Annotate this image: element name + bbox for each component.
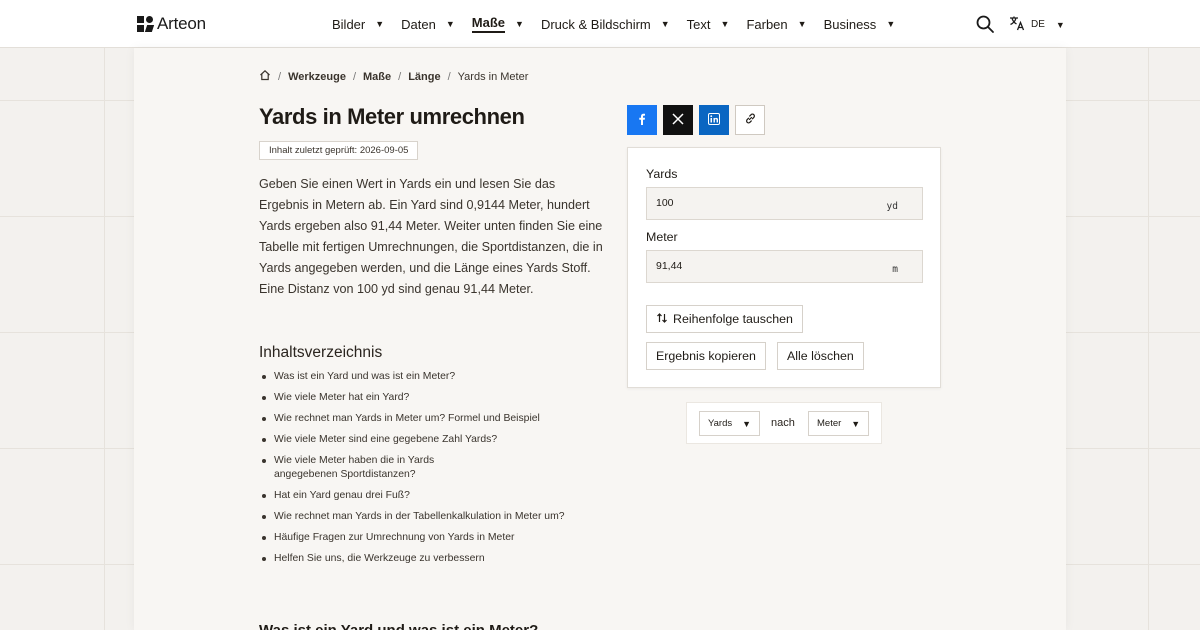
chevron-down-icon: ▼ <box>515 19 524 29</box>
toc-item[interactable]: Wie viele Meter hat ein Yard? <box>262 391 602 405</box>
breadcrumb-separator: / <box>278 70 282 83</box>
brand-logo[interactable]: Arteon <box>137 14 206 34</box>
toc-item[interactable]: Hat ein Yard genau drei Fuß? <box>262 489 602 503</box>
from-label: Yards <box>646 167 678 181</box>
from-unit-select[interactable]: Yards ▼ <box>699 411 761 436</box>
swap-icon <box>656 312 668 327</box>
breadcrumb-separator: / <box>352 70 356 83</box>
yards-input[interactable] <box>656 197 856 209</box>
to-label: Meter <box>646 230 678 244</box>
to-unit-select[interactable]: Meter ▼ <box>808 411 870 436</box>
nav-item-druck-bildschirm[interactable]: Druck & Bildschirm ▼ <box>541 0 670 48</box>
language-code: DE <box>1031 19 1045 30</box>
chevron-down-icon: ▼ <box>1055 19 1065 30</box>
nav-item-farben[interactable]: Farben ▼ <box>746 0 806 48</box>
toc-item[interactable]: Wie rechnet man Yards in der Tabellenkal… <box>262 510 602 524</box>
chevron-down-icon: ▼ <box>445 19 455 29</box>
section-heading: Was ist ein Yard und was ist ein Meter? <box>259 622 538 630</box>
to-unit: m <box>892 264 898 275</box>
converter-card: Yards yd Meter m Reihenfolge tauschen Er… <box>627 147 941 388</box>
toc-item[interactable]: Häufige Fragen zur Umrechnung von Yards … <box>262 531 602 545</box>
table-of-contents: Was ist ein Yard und was ist ein Meter? … <box>262 370 602 573</box>
share-x-button[interactable] <box>663 105 693 135</box>
breadcrumb-current: Yards in Meter <box>457 70 529 83</box>
nav-item-masse[interactable]: Maße ▼ <box>471 0 524 48</box>
last-checked-badge: Inhalt zuletzt geprüft: 2026-09-05 <box>259 141 419 160</box>
link-icon <box>744 112 757 128</box>
to-field[interactable]: m <box>646 250 923 283</box>
copy-link-button[interactable] <box>735 105 765 135</box>
to-unit-value: Meter <box>817 418 842 429</box>
breadcrumb-laenge[interactable]: Länge <box>408 71 440 83</box>
from-unit-value: Yards <box>708 418 733 429</box>
home-icon[interactable] <box>259 69 271 84</box>
unit-selector-bar: Yards ▼ nach Meter ▼ <box>686 402 882 444</box>
page-title: Yards in Meter umrechnen <box>259 104 525 129</box>
toc-item[interactable]: Wie viele Meter sind eine gegebene Zahl … <box>262 433 602 447</box>
chevron-down-icon: ▼ <box>886 19 896 29</box>
meters-input[interactable] <box>656 260 856 272</box>
nav-item-bilder[interactable]: Bilder ▼ <box>332 0 384 48</box>
toc-item[interactable]: Wie rechnet man Yards in Meter um? Forme… <box>262 412 602 426</box>
toc-item[interactable]: Wie viele Meter haben die in Yards angeg… <box>262 454 462 482</box>
breadcrumb-masse[interactable]: Maße <box>363 71 391 83</box>
connector-text: nach <box>771 417 795 429</box>
toc-heading: Inhaltsverzeichnis <box>259 344 383 361</box>
translate-icon <box>1009 15 1025 34</box>
from-unit: yd <box>886 201 898 212</box>
top-navigation-bar: Arteon Bilder ▼ Daten ▼ Maße ▼ Druck & Bild… <box>0 0 1200 48</box>
toc-item[interactable]: Was ist ein Yard und was ist ein Meter? <box>262 370 602 384</box>
swap-button[interactable]: Reihenfolge tauschen <box>646 305 803 333</box>
breadcrumb-separator: / <box>398 70 402 83</box>
nav-item-text[interactable]: Text ▼ <box>687 0 730 48</box>
clear-all-button[interactable]: Alle löschen <box>777 342 864 370</box>
chevron-down-icon: ▼ <box>660 19 670 29</box>
breadcrumb: / Werkzeuge / Maße / Länge / Yards in Me… <box>259 69 528 84</box>
chevron-down-icon: ▼ <box>851 418 861 429</box>
breadcrumb-separator: / <box>447 70 451 83</box>
brand-name: Arteon <box>157 14 206 33</box>
swap-label: Reihenfolge tauschen <box>673 312 793 326</box>
nav-item-business[interactable]: Business ▼ <box>824 0 896 48</box>
language-selector[interactable]: DE ▼ <box>1009 15 1065 34</box>
copy-result-button[interactable]: Ergebnis kopieren <box>646 342 766 370</box>
share-buttons <box>627 105 765 135</box>
chevron-down-icon: ▼ <box>797 19 807 29</box>
x-icon <box>672 112 684 128</box>
chevron-down-icon: ▼ <box>375 19 385 29</box>
chevron-down-icon: ▼ <box>720 19 730 29</box>
intro-paragraph: Geben Sie einen Wert in Yards ein und le… <box>259 177 603 296</box>
from-field[interactable]: yd <box>646 187 923 220</box>
nav-item-daten[interactable]: Daten ▼ <box>401 0 455 48</box>
share-facebook-button[interactable] <box>627 105 657 135</box>
linkedin-icon <box>708 112 720 128</box>
facebook-icon <box>636 113 648 128</box>
logo-icon <box>137 16 155 32</box>
breadcrumb-werkzeuge[interactable]: Werkzeuge <box>288 71 346 83</box>
main-nav: Bilder ▼ Daten ▼ Maße ▼ Druck & Bildschirm ▼… <box>332 0 912 48</box>
toc-item[interactable]: Helfen Sie uns, die Werkzeuge zu verbess… <box>262 552 602 566</box>
chevron-down-icon: ▼ <box>742 418 752 429</box>
search-icon[interactable] <box>975 14 995 34</box>
share-linkedin-button[interactable] <box>699 105 729 135</box>
